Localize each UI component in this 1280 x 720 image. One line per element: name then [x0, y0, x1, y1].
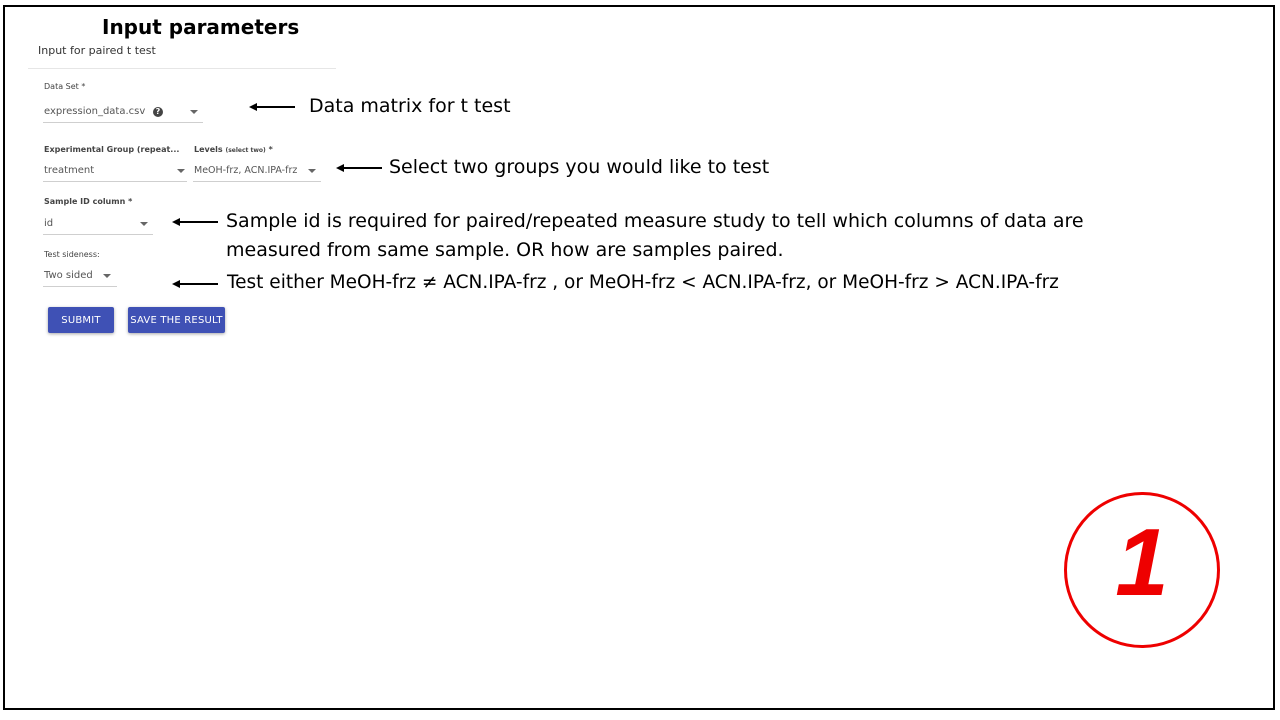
- sample-id-select[interactable]: id: [43, 213, 153, 235]
- dataset-select[interactable]: expression_data.csv ?: [43, 101, 203, 123]
- header-divider: [28, 68, 336, 69]
- chevron-down-icon: [103, 274, 111, 278]
- levels-label-required: *: [265, 145, 273, 154]
- group-value: treatment: [44, 165, 95, 176]
- sample-id-value: id: [44, 218, 54, 229]
- dataset-value: expression_data.csv: [44, 106, 146, 117]
- annotation-sample-id-line2: measured from same sample. OR how are sa…: [226, 239, 784, 261]
- question-circle-icon[interactable]: ?: [153, 107, 163, 117]
- chevron-down-icon: [308, 169, 316, 173]
- panel-title: Input parameters: [102, 15, 300, 39]
- annotation-sample-id-line1: Sample id is required for paired/repeate…: [226, 210, 1084, 232]
- annotation-test-direction: Test either MeOH-frz ≠ ACN.IPA-frz , or …: [227, 272, 1059, 293]
- annotation-select-groups: Select two groups you would like to test: [389, 156, 770, 178]
- annotation-data-matrix: Data matrix for t test: [309, 95, 511, 117]
- chevron-down-icon: [177, 169, 185, 173]
- sideness-select[interactable]: Two sided: [43, 265, 117, 287]
- submit-button[interactable]: SUBMIT: [48, 307, 114, 333]
- dataset-label: Data Set *: [44, 82, 86, 91]
- levels-label-note: (select two): [225, 147, 266, 154]
- levels-label: Levels (select two) *: [194, 145, 273, 154]
- levels-label-text: Levels: [194, 145, 223, 154]
- arrow-left-icon: [172, 216, 218, 228]
- chevron-down-icon: [190, 110, 198, 114]
- group-label: Experimental Group (repeat...: [44, 145, 180, 154]
- sideness-value: Two sided: [44, 270, 93, 281]
- arrow-left-icon: [336, 162, 382, 174]
- levels-select[interactable]: MeOH-frz, ACN.IPA-frz: [193, 160, 321, 182]
- save-result-button[interactable]: SAVE THE RESULT: [128, 307, 225, 333]
- step-number: 1: [1115, 509, 1169, 616]
- sample-id-label: Sample ID column *: [44, 197, 133, 206]
- arrow-left-icon: [172, 278, 218, 290]
- chevron-down-icon: [140, 222, 148, 226]
- levels-value: MeOH-frz, ACN.IPA-frz: [194, 165, 298, 176]
- step-number-badge: 1: [1064, 492, 1220, 648]
- arrow-left-icon: [249, 101, 295, 113]
- sideness-label: Test sideness:: [44, 250, 100, 259]
- group-select[interactable]: treatment: [43, 160, 187, 182]
- panel-subtitle: Input for paired t test: [38, 44, 156, 57]
